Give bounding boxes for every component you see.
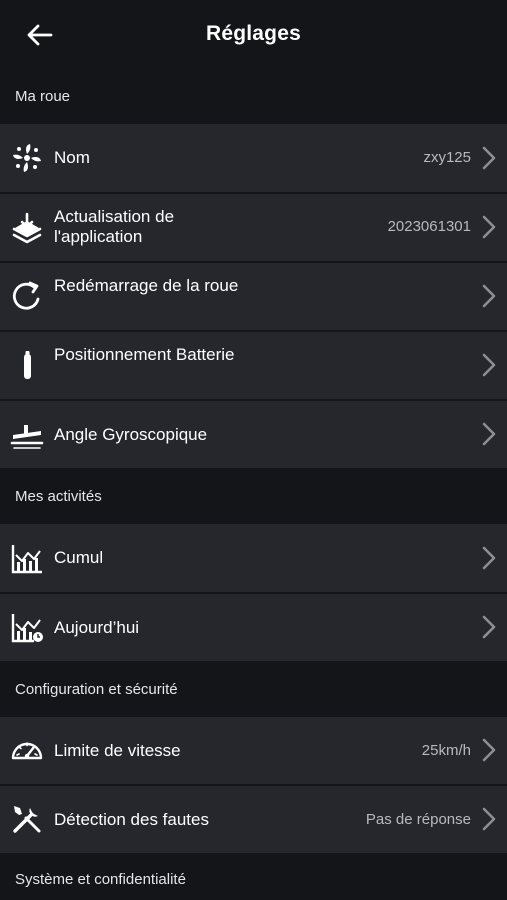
chevron-right-icon — [481, 284, 497, 308]
chevron-right-icon — [481, 353, 497, 377]
chevron-right-icon — [481, 422, 497, 446]
page-title: Réglages — [206, 22, 301, 45]
chevron-right-icon — [481, 738, 497, 762]
app-header: Réglages — [0, 0, 507, 68]
row-vitesse[interactable]: Limite de vitesse 25km/h — [0, 717, 507, 784]
row-nom[interactable]: Nom zxy125 — [0, 124, 507, 192]
row-nom-value: zxy125 — [423, 149, 471, 166]
row-fautes-value: Pas de réponse — [365, 811, 471, 828]
section-header-systeme: Système et confidentialité — [0, 853, 507, 900]
bar-chart-clock-icon — [9, 609, 45, 645]
arrow-left-icon — [27, 24, 53, 46]
update-layers-icon — [9, 209, 45, 245]
back-button[interactable] — [22, 18, 58, 52]
chevron-right-icon — [481, 615, 497, 639]
gyroscope-angle-icon — [9, 416, 45, 452]
chevron-right-icon — [481, 215, 497, 239]
row-cumul-label: Cumul — [54, 548, 104, 567]
row-gyro-label: Angle Gyroscopique — [54, 425, 208, 444]
row-cumul[interactable]: Cumul — [0, 524, 507, 592]
section-header-mes-activites: Mes activités — [0, 468, 507, 524]
section-header-configuration: Configuration et sécurité — [0, 661, 507, 717]
battery-icon — [9, 347, 45, 383]
row-redemarrage-label: Redémarrage de la roue — [54, 276, 239, 295]
row-redemarrage[interactable]: Redémarrage de la roue — [0, 263, 507, 330]
row-actualisation-label: Actualisation de l'application — [54, 207, 175, 246]
row-gyro[interactable]: Angle Gyroscopique — [0, 401, 507, 468]
chevron-right-icon — [481, 546, 497, 570]
row-actualisation[interactable]: Actualisation de l'application 202306130… — [0, 194, 507, 261]
section-header-ma-roue: Ma roue — [0, 68, 507, 124]
row-vitesse-label: Limite de vitesse — [54, 741, 181, 760]
row-fautes-label: Détection des fautes — [54, 810, 209, 829]
row-aujourdhui[interactable]: Aujourd’hui — [0, 594, 507, 661]
row-batterie[interactable]: Positionnement Batterie — [0, 332, 507, 399]
row-fautes[interactable]: Détection des fautes Pas de réponse — [0, 786, 507, 853]
row-actualisation-value: 2023061301 — [387, 218, 471, 235]
chevron-right-icon — [481, 146, 497, 170]
chevron-right-icon — [481, 807, 497, 831]
row-vitesse-value: 25km/h — [421, 742, 471, 759]
row-aujourdhui-label: Aujourd’hui — [54, 618, 140, 637]
speedometer-icon — [9, 732, 45, 768]
restart-icon — [9, 278, 45, 314]
row-batterie-label: Positionnement Batterie — [54, 345, 235, 364]
pinwheel-icon — [9, 140, 45, 176]
tools-icon — [9, 801, 45, 837]
row-nom-label: Nom — [54, 148, 90, 167]
bar-chart-icon — [9, 540, 45, 576]
